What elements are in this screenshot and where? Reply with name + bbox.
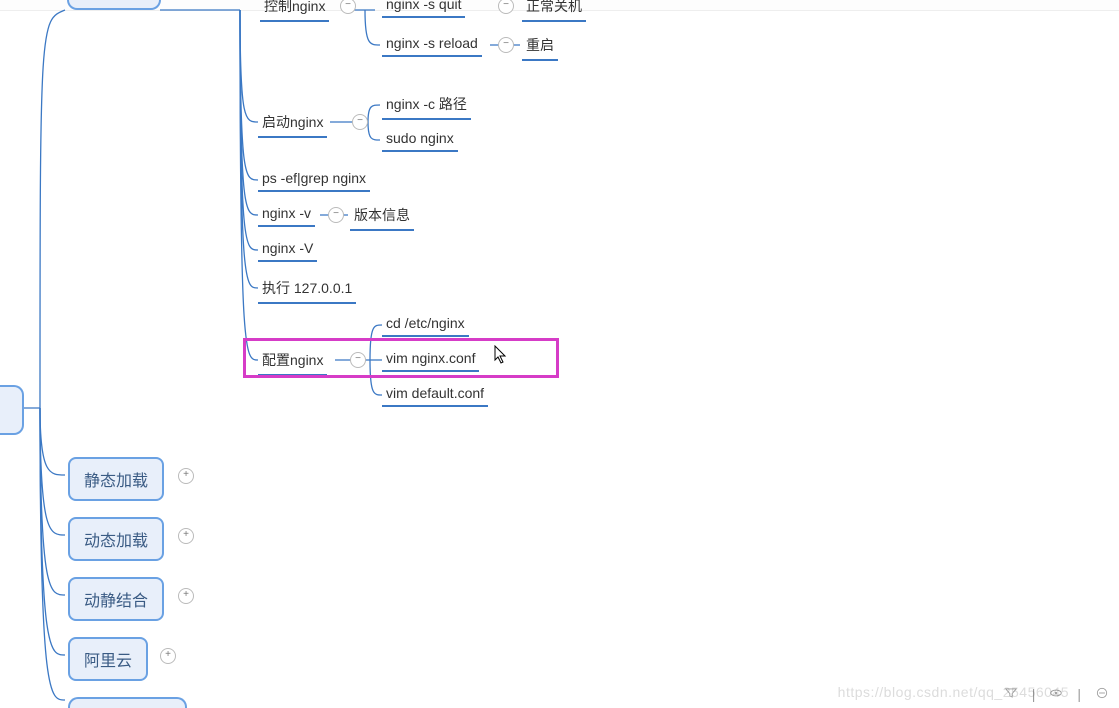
toggle-glyph: + [183,469,189,480]
node-normal-shutdown[interactable]: 正常关机 [522,0,586,22]
node-label: nginx -c 路径 [386,96,467,112]
mindmap-canvas[interactable]: ··· [0,0,1119,708]
toggle-glyph: + [165,649,171,660]
node-label: nginx -s reload [386,35,478,51]
separator: | [1077,686,1081,702]
node-nginx-quit[interactable]: nginx -s quit [382,0,465,18]
topic-crop-top [67,0,161,10]
node-label: nginx -V [262,240,313,256]
node-start-nginx[interactable]: 启动nginx [258,110,327,138]
node-control-nginx[interactable]: 控制nginx [260,0,329,22]
node-label: 重启 [526,37,554,53]
topic-static-dynamic[interactable]: 动静结合 [68,577,164,621]
node-label: ps -ef|grep nginx [262,170,366,186]
node-nginx-c-path[interactable]: nginx -c 路径 [382,92,471,120]
connector-wires [0,0,1119,708]
toggle-glyph: + [183,529,189,540]
highlight-box [243,338,559,378]
topic-static-load[interactable]: 静态加载 [68,457,164,501]
toolbar-icons-crop: ··· [1057,0,1099,5]
toggle-icon[interactable]: − [352,114,368,130]
node-label: sudo nginx [386,130,454,146]
node-label: 启动nginx [262,114,323,130]
node-label: cd /etc/nginx [386,315,465,331]
toggle-icon[interactable]: − [498,37,514,53]
topic-label: 阿里云 [84,653,132,670]
node-nginx-v[interactable]: nginx -v [258,203,315,227]
node-cd-etc-nginx[interactable]: cd /etc/nginx [382,313,469,337]
toggle-icon[interactable]: + [178,468,194,484]
node-label: 执行 127.0.0.1 [262,280,352,296]
toggle-icon[interactable]: − [340,0,356,14]
toggle-glyph: − [357,115,363,126]
node-restart[interactable]: 重启 [522,33,558,61]
toggle-icon[interactable]: − [328,207,344,223]
toggle-glyph: − [333,208,339,219]
node-vim-default-conf[interactable]: vim default.conf [382,383,488,407]
node-exec-local[interactable]: 执行 127.0.0.1 [258,276,356,304]
node-nginx-big-v[interactable]: nginx -V [258,238,317,262]
filter-icon[interactable] [1004,686,1018,700]
node-label: vim default.conf [386,385,484,401]
node-sudo-nginx[interactable]: sudo nginx [382,128,458,152]
toggle-glyph: − [345,0,351,10]
node-label: 控制nginx [264,0,325,14]
topic-crop-bottom [68,697,187,708]
toggle-glyph: + [183,589,189,600]
node-label: nginx -s quit [386,0,461,12]
toggle-icon[interactable]: + [178,528,194,544]
toggle-icon[interactable]: + [178,588,194,604]
topic-aliyun[interactable]: 阿里云 [68,637,148,681]
topic-label: 动态加载 [84,533,148,550]
topic-label: 静态加载 [84,473,148,490]
node-label: nginx -v [262,205,311,221]
topic-dynamic-load[interactable]: 动态加载 [68,517,164,561]
node-label: 正常关机 [526,0,582,14]
separator: | [1032,686,1036,702]
topic-label: 动静结合 [84,593,148,610]
toggle-icon[interactable]: − [498,0,514,14]
node-label: 版本信息 [354,207,410,223]
node-nginx-reload[interactable]: nginx -s reload [382,33,482,57]
toggle-glyph: − [503,0,509,10]
node-ps-grep-nginx[interactable]: ps -ef|grep nginx [258,168,370,192]
toggle-icon[interactable]: + [160,648,176,664]
bottom-right-icons: | | [1004,686,1109,702]
node-version-info[interactable]: 版本信息 [350,203,414,231]
root-node-crop[interactable] [0,385,24,435]
eye-icon[interactable] [1049,686,1063,700]
minus-circle-icon[interactable] [1095,686,1109,700]
toggle-glyph: − [503,38,509,49]
